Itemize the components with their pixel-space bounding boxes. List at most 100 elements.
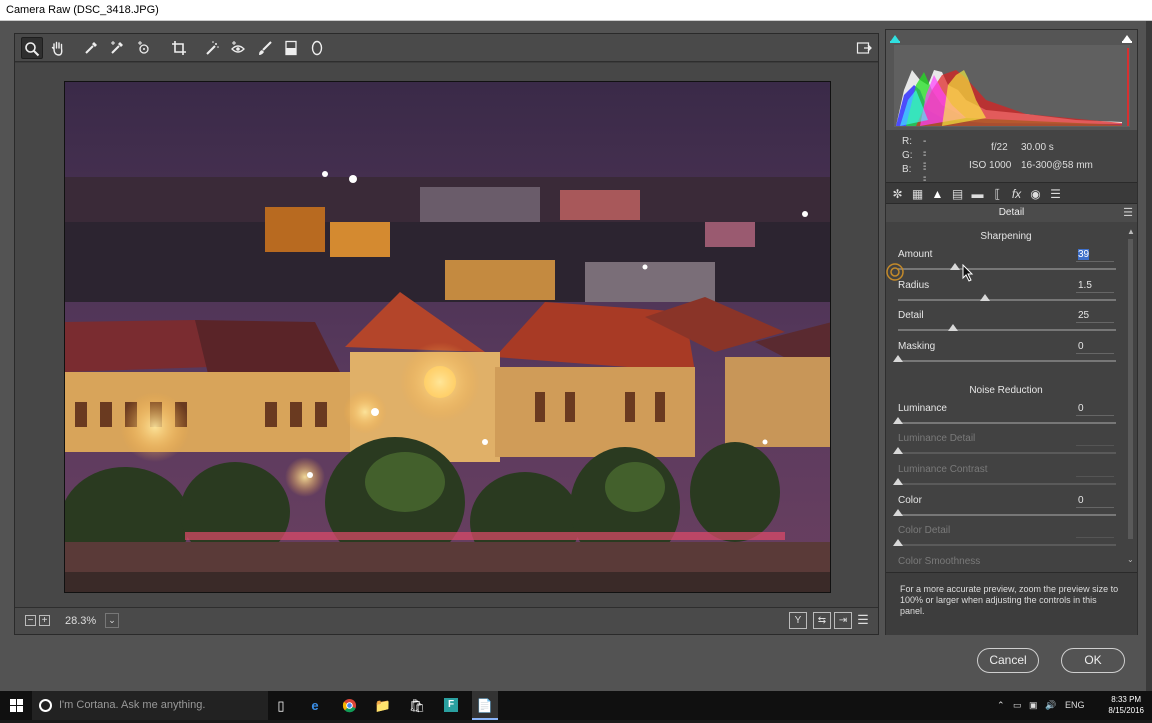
windows-start-icon[interactable] (4, 691, 28, 720)
panel-scrollbar[interactable]: ▲ ⌄ (1127, 227, 1135, 567)
amount-label: Amount (898, 249, 933, 260)
scroll-down-icon[interactable]: ⌄ (1127, 555, 1134, 564)
zoom-out-button[interactable]: − (25, 615, 36, 626)
lens-corrections-tab-icon[interactable]: ⟦ (989, 186, 1006, 202)
color-detail-slider (898, 544, 1116, 546)
luminance-slider-thumb[interactable] (893, 417, 903, 424)
cortana-icon (39, 699, 52, 712)
luminance-label: Luminance (898, 403, 947, 414)
store-icon[interactable]: 🛍 (406, 691, 428, 720)
open-preferences-icon[interactable] (853, 37, 875, 59)
radius-slider[interactable] (898, 299, 1116, 301)
detail-slider-thumb[interactable] (947, 324, 958, 331)
b-label: B: (902, 164, 912, 175)
basic-tab-icon[interactable]: ✼ (889, 186, 906, 202)
clock-time: 8:33 PM (1111, 695, 1142, 704)
masking-label: Masking (898, 341, 936, 352)
shadow-clipping-icon[interactable] (889, 33, 901, 43)
toggle-settings-icon[interactable]: ☰ (854, 612, 872, 629)
zoom-in-button[interactable]: + (39, 615, 50, 626)
detail-value[interactable]: 25 (1076, 310, 1114, 323)
scroll-up-icon[interactable]: ▲ (1127, 227, 1135, 236)
amount-value-text: 39 (1078, 249, 1090, 260)
adjustment-brush-icon[interactable] (254, 37, 276, 59)
ok-button[interactable]: OK (1061, 648, 1125, 673)
scroll-thumb[interactable] (1128, 239, 1133, 539)
copy-settings-icon[interactable]: ⇥ (834, 612, 852, 629)
camera-raw-dialog: − + 28.3% ⌄ Y ⇆ ⇥ ☰ R: --- G: --- B: -- … (0, 21, 1152, 691)
luminance-slider[interactable] (898, 422, 1116, 424)
amount-value[interactable]: 39 (1076, 249, 1114, 262)
before-after-icon[interactable]: Y (789, 612, 807, 629)
cancel-button[interactable]: Cancel (977, 648, 1039, 673)
color-detail-label: Color Detail (898, 525, 951, 536)
masking-value[interactable]: 0 (1076, 341, 1114, 354)
highlight-clipping-icon[interactable] (1121, 33, 1133, 43)
radial-filter-icon[interactable] (306, 37, 328, 59)
g-label: G: (902, 150, 913, 161)
luminance-contrast-value (1076, 464, 1114, 477)
color-slider[interactable] (898, 514, 1116, 516)
graduated-filter-icon[interactable] (280, 37, 302, 59)
battery-icon[interactable]: ▭ (1013, 691, 1022, 720)
hsl-tab-icon[interactable]: ▤ (949, 186, 966, 202)
panel-tabs: ✼ ▦ ▲ ▤ ▬ ⟦ fx ◉ ☰ (886, 182, 1137, 204)
crop-icon[interactable] (168, 37, 190, 59)
panel-title-text: Detail (998, 207, 1025, 218)
zoom-dropdown[interactable]: ⌄ (105, 613, 119, 628)
edge-browser-icon[interactable]: e (304, 691, 326, 720)
zoom-icon[interactable] (21, 37, 43, 59)
masking-slider-thumb[interactable] (893, 355, 903, 362)
volume-icon[interactable]: 🔊 (1045, 691, 1056, 720)
target-adjustment-icon[interactable] (133, 37, 155, 59)
language-indicator[interactable]: ENG (1065, 691, 1085, 720)
pixel-readout: R:--- G:--- B:--- f/22 30.00 s ISO 1000 … (886, 130, 1137, 197)
dialog-edge (1146, 21, 1152, 691)
luminance-value[interactable]: 0 (1076, 403, 1114, 416)
color-value[interactable]: 0 (1076, 495, 1114, 508)
color-slider-thumb[interactable] (893, 509, 903, 516)
file-explorer-icon[interactable]: 📁 (372, 691, 394, 720)
masking-slider[interactable] (898, 360, 1116, 362)
spot-removal-icon[interactable] (201, 37, 223, 59)
detail-label: Detail (898, 310, 924, 321)
radius-slider-thumb[interactable] (980, 294, 991, 301)
color-detail-value (1076, 525, 1114, 538)
tray-chevron-icon[interactable]: ⌃ (997, 691, 1005, 720)
tone-curve-tab-icon[interactable]: ▦ (909, 186, 926, 202)
color-detail-slider-thumb (893, 539, 903, 546)
preview-area: − + 28.3% ⌄ Y ⇆ ⇥ ☰ (14, 33, 879, 635)
luminance-contrast-label: Luminance Contrast (898, 464, 988, 475)
panel-menu-icon[interactable]: ☰ (1123, 207, 1133, 219)
swap-settings-icon[interactable]: ⇆ (813, 612, 831, 629)
amount-slider-thumb[interactable] (949, 263, 960, 270)
exif-aperture: f/22 (991, 142, 1008, 153)
color-label: Color (898, 495, 922, 506)
preview-hint: For a more accurate preview, zoom the pr… (886, 572, 1137, 635)
zoom-level: 28.3% (65, 615, 97, 627)
chrome-icon[interactable] (338, 691, 360, 720)
cortana-search[interactable]: I'm Cortana. Ask me anything. (32, 691, 268, 720)
amount-slider[interactable] (898, 268, 1116, 270)
app-f-icon[interactable]: F (440, 691, 462, 720)
split-toning-tab-icon[interactable]: ▬ (969, 186, 986, 202)
white-balance-icon[interactable] (80, 37, 102, 59)
detail-slider[interactable] (898, 329, 1116, 331)
network-icon[interactable]: ▣ (1029, 691, 1038, 720)
document-app-icon[interactable]: 📄 (472, 691, 498, 720)
luminance-detail-slider (898, 452, 1116, 454)
windows-taskbar: I'm Cortana. Ask me anything. ▯ e 📁 🛍 F … (0, 691, 1152, 720)
color-sampler-icon[interactable] (106, 37, 128, 59)
clock[interactable]: 8:33 PM 8/15/2016 (1108, 694, 1144, 716)
radius-value[interactable]: 1.5 (1076, 280, 1114, 293)
exif-lens: 16-300@58 mm (1021, 160, 1093, 171)
presets-tab-icon[interactable]: ☰ (1047, 186, 1064, 202)
red-eye-icon[interactable] (227, 37, 249, 59)
hand-icon[interactable] (47, 37, 69, 59)
effects-tab-icon[interactable]: fx (1008, 186, 1025, 202)
camera-calibration-tab-icon[interactable]: ◉ (1027, 186, 1044, 202)
preview-image[interactable] (64, 81, 831, 593)
detail-tab-icon[interactable]: ▲ (929, 186, 946, 202)
histogram (886, 30, 1137, 130)
task-view-icon[interactable]: ▯ (270, 691, 292, 720)
